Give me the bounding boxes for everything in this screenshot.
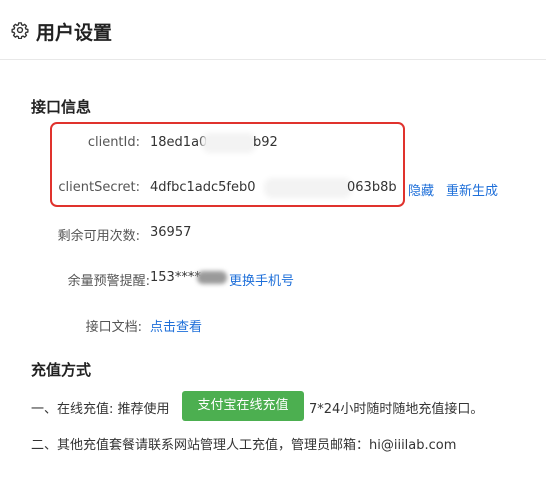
remaining-label: 剩余可用次数: [57,229,140,244]
client-id-label: clientId: [87,135,140,150]
docs-link[interactable]: 点击查看 [150,316,202,335]
change-phone-link[interactable]: 更换手机号 [229,270,294,289]
client-secret-label: clientSecret: [58,180,140,195]
alipay-button[interactable]: 支付宝在线充值 [182,391,304,421]
online-recharge-text: 一、在线充值: 推荐使用 [31,402,170,417]
page-header: 用户设置 [0,0,546,60]
client-secret-redaction [268,182,348,194]
gear-icon [11,22,29,39]
client-secret-value-end: 063b8b [347,180,397,195]
page-title: 用户设置 [36,22,113,44]
regenerate-link[interactable]: 重新生成 [446,180,498,199]
remaining-value: 36957 [150,225,192,240]
other-recharge-text: 二、其他充值套餐请联系网站管理人工充值，管理员邮箱：hi@iiilab.com [31,438,457,453]
online-recharge-suffix: 7*24小时随时随地充值接口。 [309,402,484,417]
docs-label: 接口文档: [85,320,142,335]
api-info-title: 接口信息 [31,98,92,116]
client-id-value-end: b92 [253,135,278,150]
client-id-value-start: 18ed1a0 [150,135,208,150]
hide-link[interactable]: 隐藏 [408,180,434,199]
warning-label: 余量预警提醒: [67,274,150,289]
phone-redaction [197,271,227,284]
client-id-redaction [206,137,252,149]
client-secret-value-start: 4dfbc1adc5feb0 [150,180,256,195]
warning-phone: 153**** [150,270,201,285]
recharge-title: 充值方式 [31,361,92,379]
